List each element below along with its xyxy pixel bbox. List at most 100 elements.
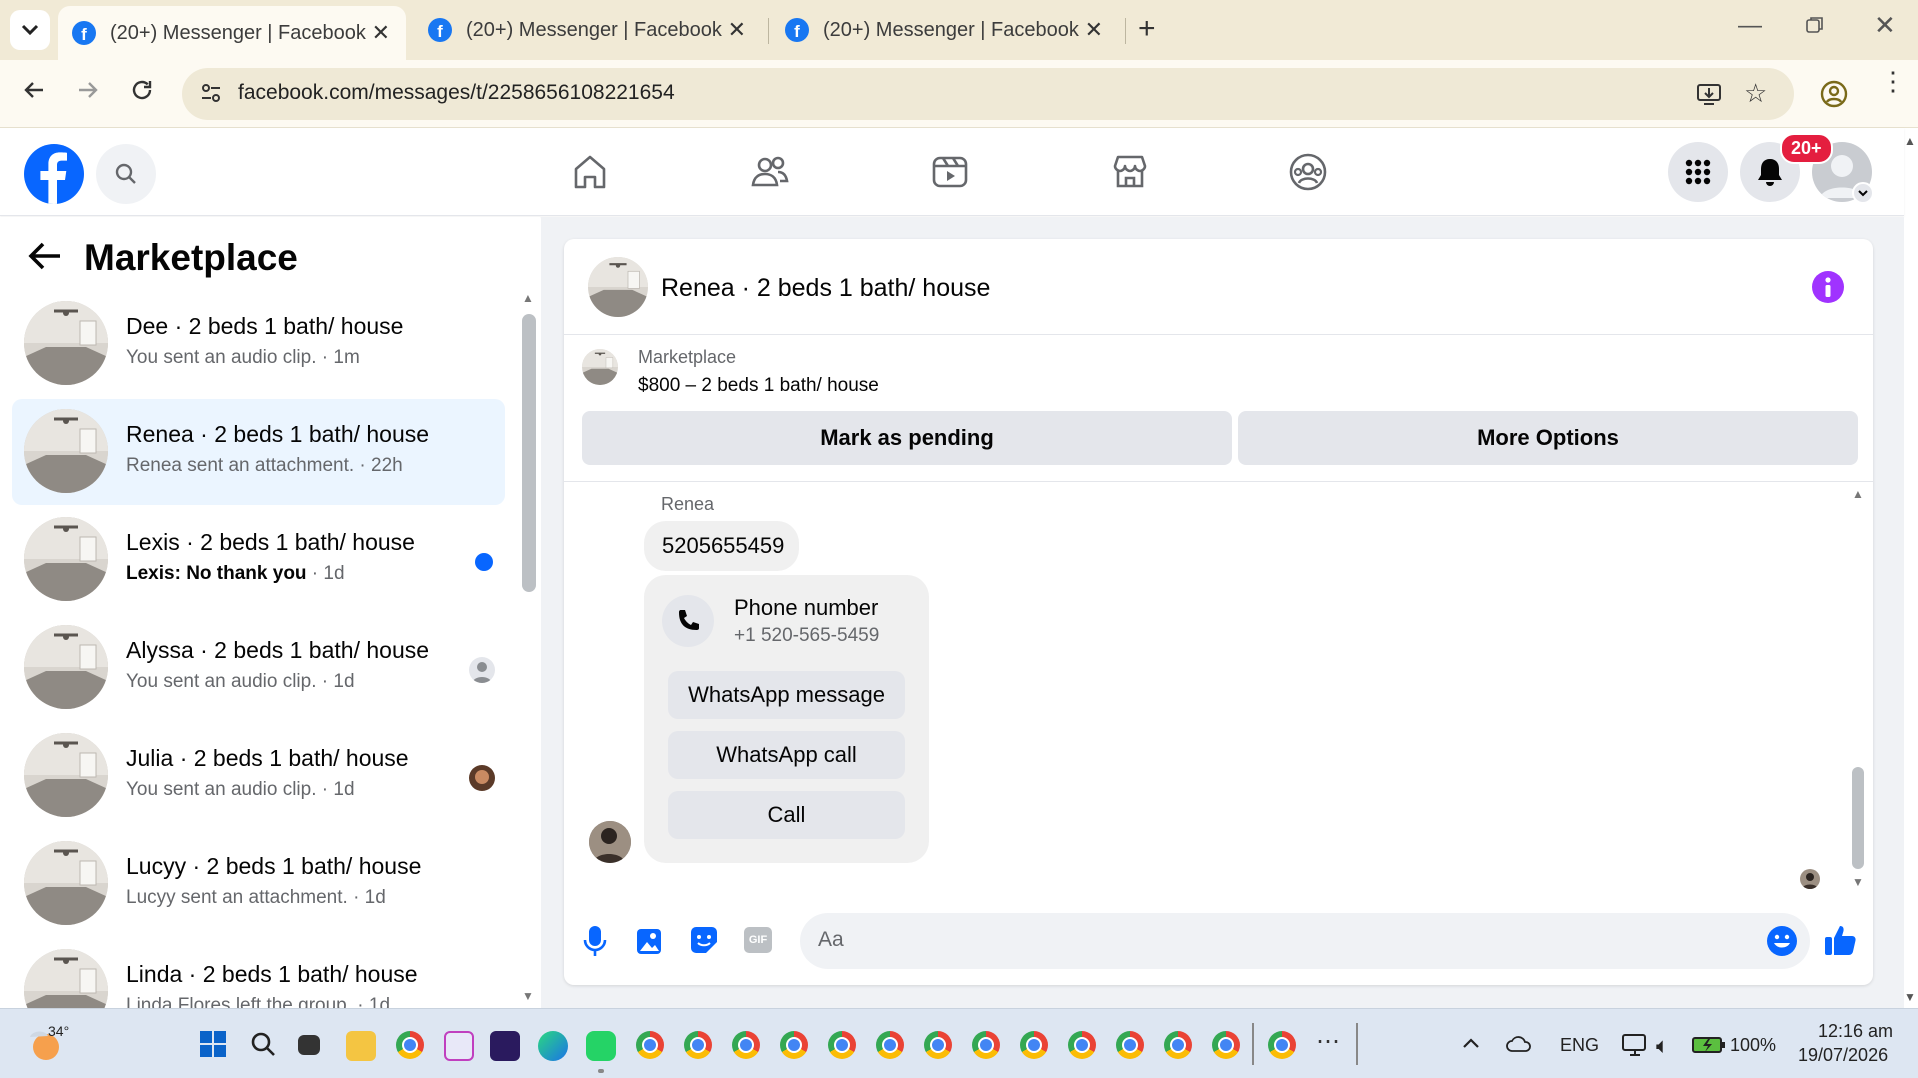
restore-button[interactable] <box>1806 16 1824 34</box>
message-input[interactable]: Aa <box>800 913 1810 969</box>
conversation-row[interactable]: Alyssa · 2 beds 1 bath/ house You sent an… <box>12 615 505 721</box>
reload-button[interactable] <box>130 78 154 102</box>
nav-marketplace[interactable] <box>1108 150 1152 194</box>
browser-menu-icon[interactable]: ⋮ <box>1880 68 1906 94</box>
list-scroll-down-arrow[interactable]: ▼ <box>522 989 534 1003</box>
bookmark-star-icon[interactable]: ☆ <box>1744 78 1767 109</box>
chrome-app-icon[interactable] <box>396 1031 424 1059</box>
emoji-button[interactable] <box>1766 925 1798 957</box>
clock-time[interactable]: 12:16 am <box>1818 1021 1893 1042</box>
chrome-profile-icon[interactable] <box>1268 1031 1296 1059</box>
nav-home[interactable] <box>568 150 612 194</box>
tab-search-button[interactable] <box>10 10 50 50</box>
nav-groups[interactable] <box>1286 150 1330 194</box>
page-scroll-down-arrow[interactable]: ▼ <box>1904 990 1916 1004</box>
browser-tab-3[interactable]: f (20+) Messenger | Facebook ✕ <box>771 8 1119 52</box>
attach-photo-button[interactable] <box>636 926 664 956</box>
chrome-profile-icon[interactable] <box>876 1031 904 1059</box>
whatsapp-app-icon[interactable] <box>586 1031 616 1061</box>
chrome-profile-icon[interactable] <box>780 1031 808 1059</box>
close-window-button[interactable]: ✕ <box>1874 10 1896 41</box>
address-bar[interactable]: facebook.com/messages/t/2258656108221654… <box>182 68 1794 120</box>
send-like-button[interactable] <box>1824 923 1858 957</box>
conversation-row[interactable]: Julia · 2 beds 1 bath/ house You sent an … <box>12 723 505 829</box>
chrome-profile-icon[interactable] <box>732 1031 760 1059</box>
nav-friends[interactable] <box>748 150 792 194</box>
chrome-profile-icon[interactable] <box>684 1031 712 1059</box>
minimize-button[interactable]: — <box>1738 12 1762 40</box>
chrome-app-icon[interactable] <box>636 1031 664 1059</box>
restore-icon <box>1806 17 1823 33</box>
messages-scroll-down-arrow[interactable]: ▼ <box>1852 875 1864 889</box>
page-scroll-up-arrow[interactable]: ▲ <box>1904 134 1916 148</box>
chat-title[interactable]: Renea · 2 beds 1 bath/ house <box>661 274 990 303</box>
search-button[interactable] <box>96 144 156 204</box>
edge-browser-icon[interactable] <box>538 1031 568 1061</box>
facebook-logo[interactable] <box>24 144 84 204</box>
chrome-profile-icon[interactable] <box>1116 1031 1144 1059</box>
chrome-profile-icon[interactable] <box>1068 1031 1096 1059</box>
menu-button[interactable] <box>1668 142 1728 202</box>
listing-title[interactable]: $800 – 2 beds 1 bath/ house <box>638 375 879 397</box>
facebook-header <box>0 128 1904 216</box>
sticker-button[interactable] <box>690 926 718 954</box>
gif-button[interactable]: GIF <box>744 927 772 953</box>
call-button[interactable]: Call <box>668 791 905 839</box>
conversation-row[interactable]: Dee · 2 beds 1 bath/ house You sent an au… <box>12 291 505 397</box>
whatsapp-message-button[interactable]: WhatsApp message <box>668 671 905 719</box>
groups-icon <box>1289 153 1327 191</box>
close-tab-icon[interactable]: ✕ <box>1085 17 1103 43</box>
list-scrollbar-thumb[interactable] <box>522 314 536 592</box>
new-tab-button[interactable]: + <box>1138 12 1156 46</box>
chrome-profile-icon[interactable] <box>1212 1031 1240 1059</box>
close-tab-icon[interactable]: ✕ <box>728 17 746 43</box>
listing-thumbnail[interactable] <box>582 349 618 385</box>
conversation-row[interactable]: Lexis · 2 beds 1 bath/ house Lexis: No th… <box>12 507 505 613</box>
whatsapp-call-button[interactable]: WhatsApp call <box>668 731 905 779</box>
mark-as-pending-button[interactable]: Mark as pending <box>582 411 1232 465</box>
taskbar-search-icon[interactable] <box>250 1031 276 1057</box>
back-button[interactable] <box>22 78 46 102</box>
chat-avatar[interactable] <box>588 257 648 317</box>
chrome-profile-icon[interactable] <box>828 1031 856 1059</box>
chrome-profile-icon[interactable] <box>1020 1031 1048 1059</box>
battery-icon[interactable] <box>1692 1035 1726 1055</box>
back-arrow-button[interactable] <box>28 241 62 271</box>
voice-clip-button[interactable] <box>582 925 608 957</box>
show-hidden-icons-chevron[interactable] <box>1462 1037 1480 1049</box>
snipping-tool-icon[interactable] <box>444 1031 474 1061</box>
chrome-profile-icon[interactable] <box>972 1031 1000 1059</box>
obsidian-app-icon[interactable] <box>490 1031 520 1061</box>
close-tab-icon[interactable]: ✕ <box>372 20 390 46</box>
conversation-row[interactable]: Lucyy · 2 beds 1 bath/ house Lucyy sent a… <box>12 831 505 937</box>
input-language[interactable]: ENG <box>1560 1035 1599 1056</box>
info-button[interactable] <box>1812 271 1844 303</box>
start-button[interactable] <box>200 1031 226 1057</box>
browser-tab-2[interactable]: f (20+) Messenger | Facebook ✕ <box>414 8 762 52</box>
conversation-row[interactable]: Renea · 2 beds 1 bath/ house Renea sent a… <box>12 399 505 505</box>
network-icon[interactable] <box>1622 1033 1648 1057</box>
nav-video[interactable] <box>928 150 972 194</box>
messages-scroll-up-arrow[interactable]: ▲ <box>1852 487 1864 501</box>
install-app-icon[interactable] <box>1696 81 1722 107</box>
browser-tab-1[interactable]: f (20+) Messenger | Facebook ✕ <box>58 6 406 60</box>
sender-avatar[interactable] <box>589 821 631 863</box>
profile-icon[interactable] <box>1820 80 1848 108</box>
chrome-profile-icon[interactable] <box>1164 1031 1192 1059</box>
more-options-button[interactable]: More Options <box>1238 411 1858 465</box>
account-dropdown-icon[interactable] <box>1852 182 1874 204</box>
conversation-row[interactable]: Linda · 2 beds 1 bath/ house Linda Flores… <box>12 939 505 1008</box>
list-scroll-up-arrow[interactable]: ▲ <box>522 291 534 305</box>
site-settings-icon[interactable] <box>200 82 222 104</box>
task-view-icon[interactable] <box>298 1035 320 1055</box>
more-apps-icon[interactable]: ⋯ <box>1316 1027 1340 1056</box>
clock-date[interactable]: 19/07/2026 <box>1798 1045 1888 1066</box>
forward-button[interactable] <box>76 78 100 102</box>
chrome-profile-icon[interactable] <box>924 1031 952 1059</box>
messages-scrollbar-thumb[interactable] <box>1852 767 1864 869</box>
file-explorer-icon[interactable] <box>346 1031 376 1061</box>
message-text: 5205655459 <box>662 533 785 558</box>
onedrive-cloud-icon[interactable] <box>1506 1035 1532 1053</box>
volume-icon[interactable]: 🔈︎ <box>1656 1033 1669 1059</box>
seen-avatar <box>469 765 495 791</box>
